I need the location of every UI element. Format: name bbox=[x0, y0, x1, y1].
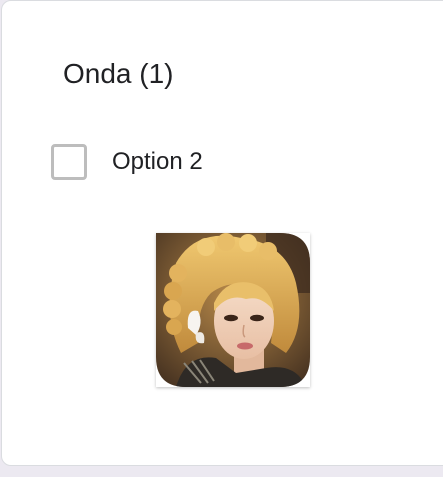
question-title: Onda (1) bbox=[63, 58, 174, 89]
option-checkbox[interactable] bbox=[51, 144, 87, 180]
option-row[interactable]: Option 2 bbox=[51, 141, 203, 183]
portrait-photo-icon bbox=[156, 233, 310, 387]
option-label: Option 2 bbox=[112, 148, 203, 175]
option-image bbox=[156, 233, 310, 387]
